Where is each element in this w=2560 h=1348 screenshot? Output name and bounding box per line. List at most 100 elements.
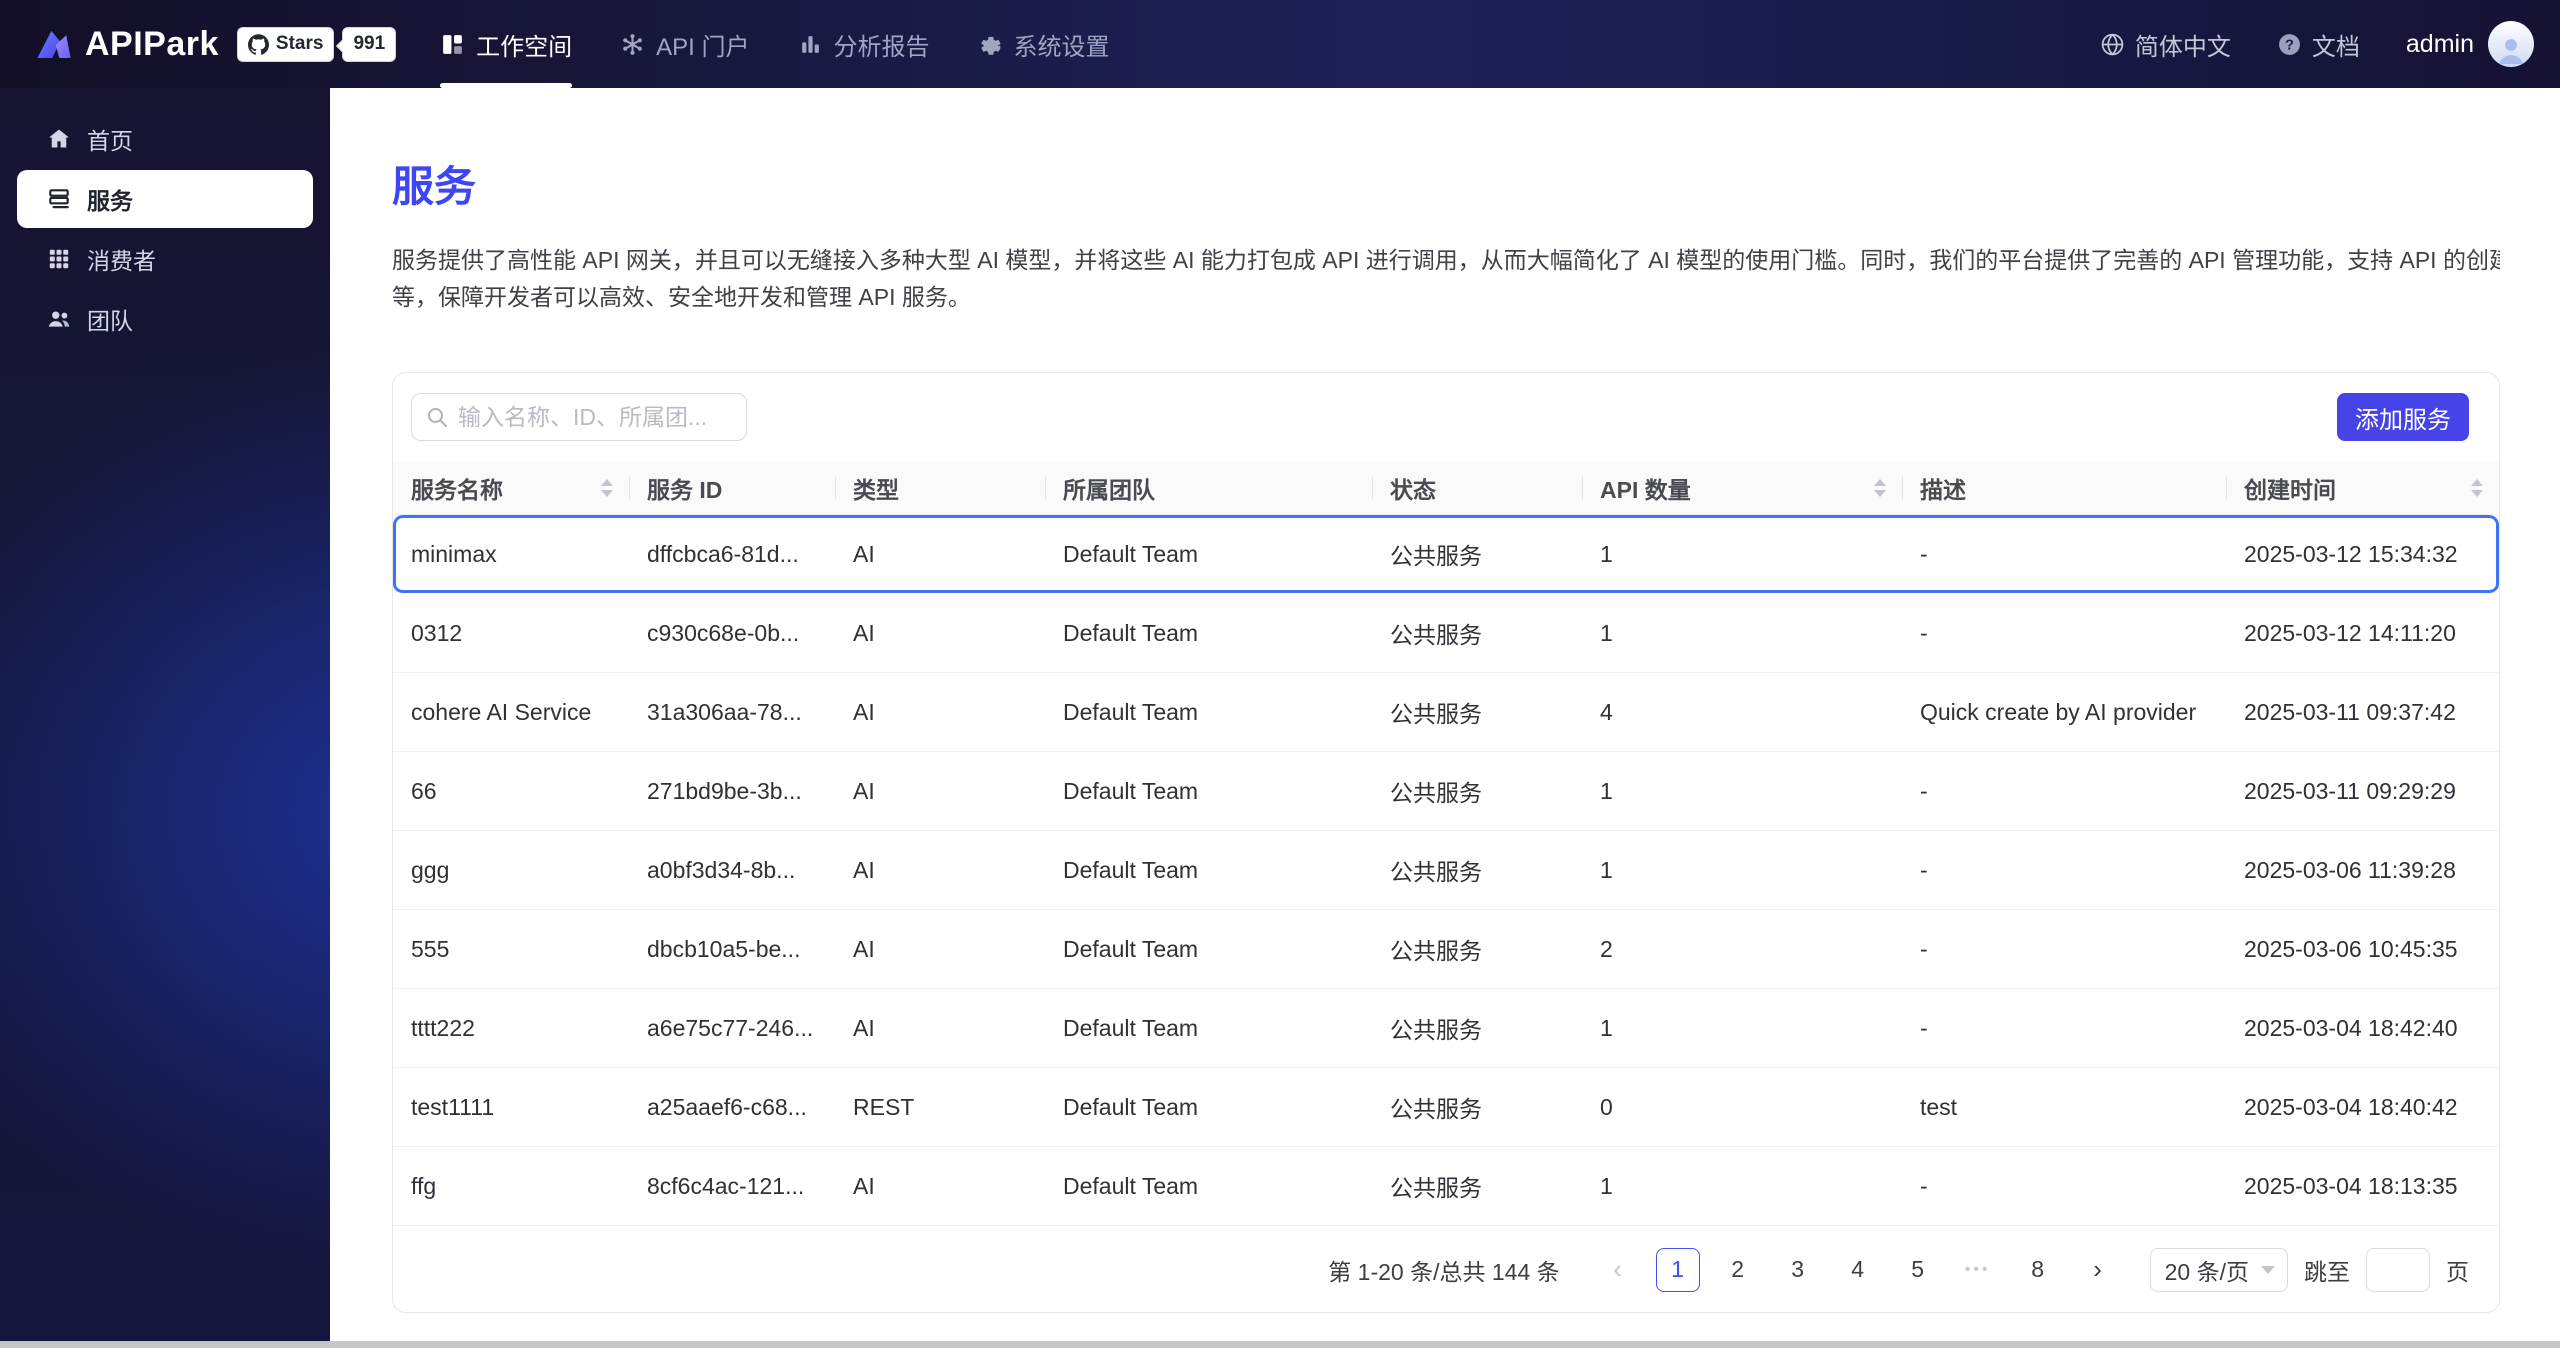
username: admin	[2405, 29, 2474, 58]
service-id: a25aaef6-c68...	[647, 1093, 807, 1120]
services-card: 添加服务 服务名称 服务 ID 类型 所属团队 状态 API 数量 描述 创建时…	[392, 372, 2500, 1313]
service-name: tttt222	[411, 1014, 475, 1041]
jump-page-input[interactable]	[2366, 1247, 2430, 1292]
sidebar-item-consumers[interactable]: 消费者	[17, 230, 313, 288]
github-icon	[247, 33, 269, 55]
page-ellipsis[interactable]: •••	[1955, 1247, 2000, 1292]
page-number-button[interactable]: 8	[2015, 1247, 2060, 1292]
sort-carets-icon[interactable]	[1874, 478, 1886, 497]
search-icon	[428, 408, 447, 427]
column-header-label: 服务名称	[411, 476, 503, 503]
top-navbar: APIPark Stars 991 工作空间 API 门户 分析报告 系统设置	[0, 0, 2560, 88]
table-row[interactable]: 66 271bd9be-3b... AI Default Team 公共服务 1 - 2025…	[393, 752, 2499, 831]
table-row[interactable]: ggg a0bf3d34-8b... AI Default Team 公共服务 1 - 202…	[393, 831, 2499, 910]
navbar-right: 简体中文 ? 文档 admin	[2100, 21, 2534, 67]
service-created: 2025-03-06 10:45:35	[2244, 935, 2458, 962]
nav-item-workspace[interactable]: 工作空间	[440, 0, 573, 88]
github-stars-badge[interactable]: Stars 991	[236, 26, 397, 62]
service-id: a0bf3d34-8b...	[647, 856, 796, 883]
service-id: c930c68e-0b...	[647, 619, 800, 646]
nav-item-portal[interactable]: API 门户	[620, 0, 750, 88]
github-stars-label: Stars	[275, 33, 324, 54]
column-header-label: 类型	[853, 476, 899, 503]
table-row[interactable]: cohere AI Service 31a306aa-78... AI Default…	[393, 673, 2499, 752]
search-input[interactable]	[411, 393, 747, 441]
brand-name: APIPark	[85, 24, 219, 63]
page-number-button[interactable]: 3	[1775, 1247, 1820, 1292]
service-desc: -	[1920, 777, 1928, 804]
main-nav: 工作空间 API 门户 分析报告 系统设置	[440, 0, 1157, 88]
service-type: AI	[853, 1014, 875, 1041]
service-created: 2025-03-12 15:34:32	[2244, 540, 2458, 567]
apipark-app: APIPark Stars 991 工作空间 API 门户 分析报告 系统设置	[0, 0, 2560, 1348]
column-header[interactable]: API 数量	[1582, 461, 1902, 514]
nav-item-label: 系统设置	[1013, 33, 1110, 61]
service-status: 公共服务	[1390, 938, 1482, 964]
table-row[interactable]: tttt222 a6e75c77-246... AI Default Team 公共服务…	[393, 989, 2499, 1068]
page-number-button[interactable]: 2	[1715, 1247, 1760, 1292]
page-number-button[interactable]: 4	[1835, 1247, 1880, 1292]
sidebar-item-home[interactable]: 首页	[17, 110, 313, 168]
page-number-button[interactable]: 5	[1895, 1247, 1940, 1292]
service-created: 2025-03-04 18:13:35	[2244, 1172, 2458, 1199]
service-desc: -	[1920, 619, 1928, 646]
next-page-button[interactable]: ›	[2075, 1247, 2120, 1292]
service-status: 公共服务	[1390, 1017, 1482, 1043]
nav-item-settings[interactable]: 系统设置	[978, 0, 1110, 88]
table-row[interactable]: 555 dbcb10a5-be... AI Default Team 公共服务 2 - 202…	[393, 910, 2499, 989]
table-row[interactable]: test1111 a25aaef6-c68... REST Default Team 公…	[393, 1068, 2499, 1147]
column-header-label: 描述	[1920, 476, 1966, 503]
table-body: minimax dffcbca6-81d... AI Default Team 公共服务…	[393, 515, 2499, 1226]
service-team: Default Team	[1063, 619, 1199, 646]
service-team: Default Team	[1063, 540, 1199, 567]
prev-page-button[interactable]: ‹	[1595, 1247, 1640, 1292]
brand[interactable]: APIPark	[33, 23, 219, 65]
table-row[interactable]: ffg 8cf6c4ac-121... AI Default Team 公共服务 1 - 20…	[393, 1147, 2499, 1226]
table-row[interactable]: minimax dffcbca6-81d... AI Default Team 公共服务…	[393, 515, 2499, 594]
service-desc: -	[1920, 1014, 1928, 1041]
table-row[interactable]: 0312 c930c68e-0b... AI Default Team 公共服务 1 - 20…	[393, 594, 2499, 673]
service-type: AI	[853, 777, 875, 804]
service-team: Default Team	[1063, 1172, 1199, 1199]
column-header-label: 创建时间	[2244, 476, 2336, 503]
sidebar-item-label: 服务	[87, 188, 133, 214]
home-icon	[46, 126, 72, 152]
service-type: AI	[853, 619, 875, 646]
column-header-label: 服务 ID	[647, 476, 723, 503]
svg-text:?: ?	[2285, 37, 2294, 53]
sidebar-item-teams[interactable]: 团队	[17, 290, 313, 348]
column-header[interactable]: 创建时间	[2226, 461, 2499, 514]
service-status: 公共服务	[1390, 1175, 1482, 1201]
page-description-line1: 服务提供了高性能 API 网关，并且可以无缝接入多种大型 AI 模型，并将这些 …	[392, 247, 2500, 273]
sidebar-item-services[interactable]: 服务	[17, 170, 313, 228]
pagination-total: 第 1-20 条/总共 144 条	[1328, 1258, 1560, 1285]
column-header: 状态	[1372, 461, 1582, 514]
service-desc: -	[1920, 935, 1928, 962]
nav-item-analytics[interactable]: 分析报告	[798, 0, 930, 88]
service-api-count: 1	[1600, 540, 1613, 567]
nav-item-label: 分析报告	[833, 33, 930, 61]
page-size-select[interactable]: 20 条/页	[2149, 1247, 2288, 1292]
service-status: 公共服务	[1390, 543, 1482, 569]
language-switcher[interactable]: 简体中文	[2100, 27, 2231, 62]
sort-carets-icon[interactable]	[601, 478, 613, 497]
service-name: minimax	[411, 540, 497, 567]
settings-icon	[978, 32, 1003, 57]
help-icon: ?	[2278, 33, 2300, 55]
user-menu[interactable]: admin	[2406, 21, 2534, 67]
service-created: 2025-03-12 14:11:20	[2244, 619, 2456, 646]
service-desc: -	[1920, 856, 1928, 883]
service-api-count: 2	[1600, 935, 1613, 962]
page-title: 服务	[392, 163, 477, 210]
add-service-button[interactable]: 添加服务	[2337, 393, 2469, 441]
service-created: 2025-03-04 18:40:42	[2244, 1093, 2458, 1120]
horizontal-scrollbar[interactable]	[0, 1341, 2560, 1348]
column-header[interactable]: 服务名称	[393, 461, 629, 514]
page-number-button[interactable]: 1	[1655, 1247, 1700, 1292]
sidebar-item-label: 首页	[87, 128, 133, 154]
docs-link[interactable]: ? 文档	[2277, 27, 2360, 62]
sort-carets-icon[interactable]	[2471, 478, 2483, 497]
service-name: 0312	[411, 619, 463, 646]
service-api-count: 1	[1600, 619, 1613, 646]
service-type: AI	[853, 1172, 875, 1199]
